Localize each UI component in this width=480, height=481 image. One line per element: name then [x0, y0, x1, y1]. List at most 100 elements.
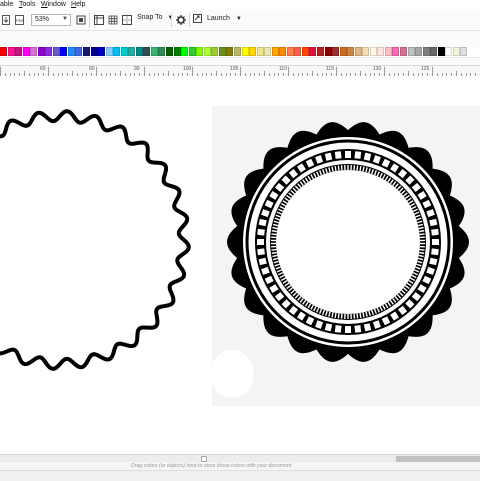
color-swatch[interactable]: [279, 47, 287, 56]
color-swatch[interactable]: [203, 47, 211, 56]
color-swatch[interactable]: [15, 47, 23, 56]
color-swatch[interactable]: [188, 47, 196, 56]
color-palette: [0, 47, 480, 57]
color-swatch[interactable]: [249, 47, 257, 56]
color-swatch[interactable]: [67, 47, 75, 56]
color-swatch[interactable]: [166, 47, 174, 56]
color-swatch[interactable]: [362, 47, 370, 56]
color-swatch[interactable]: [332, 47, 340, 56]
color-swatch[interactable]: [105, 47, 113, 56]
color-swatch[interactable]: [264, 47, 272, 56]
ruler-label: 110: [279, 66, 287, 72]
menu-bar: able Tools Window Help: [0, 0, 480, 10]
color-swatch[interactable]: [45, 47, 53, 56]
color-swatch[interactable]: [271, 47, 279, 56]
show-rulers-button[interactable]: [93, 14, 104, 26]
color-swatch[interactable]: [460, 47, 468, 56]
color-swatch[interactable]: [415, 47, 423, 56]
menu-table[interactable]: able: [0, 1, 13, 8]
color-swatch[interactable]: [173, 47, 181, 56]
menu-tools[interactable]: Tools: [19, 1, 35, 8]
color-swatch[interactable]: [452, 47, 460, 56]
menu-help[interactable]: Help: [71, 1, 85, 8]
color-swatch[interactable]: [143, 47, 151, 56]
rosette-tooth: [350, 165, 352, 171]
color-swatch[interactable]: [392, 47, 400, 56]
color-swatch[interactable]: [196, 47, 204, 56]
rosette-block: [257, 228, 265, 236]
color-swatch[interactable]: [83, 47, 91, 56]
color-swatch[interactable]: [233, 47, 241, 56]
full-screen-preview-button[interactable]: [75, 14, 86, 26]
color-swatch[interactable]: [181, 47, 189, 56]
color-swatch[interactable]: [422, 47, 430, 56]
color-swatch[interactable]: [339, 47, 347, 56]
rosette-block: [257, 248, 265, 256]
rosette-block: [345, 326, 351, 333]
rosette-block: [431, 228, 439, 236]
color-swatch[interactable]: [60, 47, 68, 56]
color-swatch[interactable]: [0, 47, 7, 56]
color-swatch[interactable]: [7, 47, 15, 56]
color-swatch[interactable]: [377, 47, 385, 56]
color-swatch[interactable]: [98, 47, 106, 56]
rosette-badge[interactable]: [227, 122, 469, 362]
options-button[interactable]: [175, 14, 186, 26]
zoom-level-field[interactable]: 53% ▼: [31, 14, 71, 26]
color-swatch[interactable]: [226, 47, 234, 56]
color-swatch[interactable]: [324, 47, 332, 56]
color-swatch[interactable]: [445, 47, 453, 56]
color-swatch[interactable]: [128, 47, 136, 56]
color-swatch[interactable]: [399, 47, 407, 56]
color-swatch[interactable]: [430, 47, 438, 56]
color-swatch[interactable]: [309, 47, 317, 56]
color-swatch[interactable]: [211, 47, 219, 56]
ruler-tick: [192, 67, 193, 76]
color-swatch[interactable]: [75, 47, 83, 56]
color-swatch[interactable]: [384, 47, 392, 56]
zoom-level-value: 53%: [35, 16, 50, 23]
rulers-icon: [93, 15, 104, 25]
color-swatch[interactable]: [256, 47, 264, 56]
color-swatch[interactable]: [354, 47, 362, 56]
color-swatch[interactable]: [294, 47, 302, 56]
document-palette[interactable]: Drag colors (or objects) here to store t…: [0, 462, 480, 470]
color-swatch[interactable]: [316, 47, 324, 56]
show-guidelines-button[interactable]: [121, 14, 132, 26]
rosette-block: [257, 239, 264, 245]
color-swatch[interactable]: [347, 47, 355, 56]
menu-table-label: able: [0, 1, 14, 8]
color-swatch[interactable]: [135, 47, 143, 56]
color-swatch[interactable]: [241, 47, 249, 56]
color-swatch[interactable]: [90, 47, 98, 56]
color-swatch[interactable]: [52, 47, 60, 56]
ruler-label: 60: [40, 66, 46, 72]
color-swatch[interactable]: [30, 47, 38, 56]
rosette-tooth: [347, 165, 349, 170]
color-swatch[interactable]: [218, 47, 226, 56]
import-button[interactable]: [1, 14, 11, 26]
wavy-circle-outline[interactable]: [0, 109, 191, 371]
menu-window[interactable]: Window: [41, 1, 66, 8]
color-swatch[interactable]: [150, 47, 158, 56]
rosette-overlap-blob: [210, 350, 254, 398]
color-swatch[interactable]: [437, 47, 445, 56]
color-swatch[interactable]: [158, 47, 166, 56]
export-pdf-button[interactable]: PDF: [14, 14, 26, 26]
launch-dropdown[interactable]: Launch ▼: [193, 14, 242, 26]
drawing-canvas[interactable]: [0, 76, 480, 453]
ruler-tick: [96, 67, 97, 76]
show-grid-button[interactable]: [107, 14, 118, 26]
color-swatch[interactable]: [120, 47, 128, 56]
menu-window-label: indow: [47, 1, 66, 8]
color-swatch[interactable]: [286, 47, 294, 56]
color-swatch[interactable]: [22, 47, 30, 56]
color-swatch[interactable]: [301, 47, 309, 56]
ruler-tick: [48, 67, 49, 76]
snap-to-dropdown[interactable]: Snap To ▼: [137, 14, 173, 26]
color-swatch[interactable]: [113, 47, 121, 56]
ruler-label: 120: [373, 66, 382, 72]
color-swatch[interactable]: [407, 47, 415, 56]
color-swatch[interactable]: [37, 47, 45, 56]
color-swatch[interactable]: [369, 47, 377, 56]
